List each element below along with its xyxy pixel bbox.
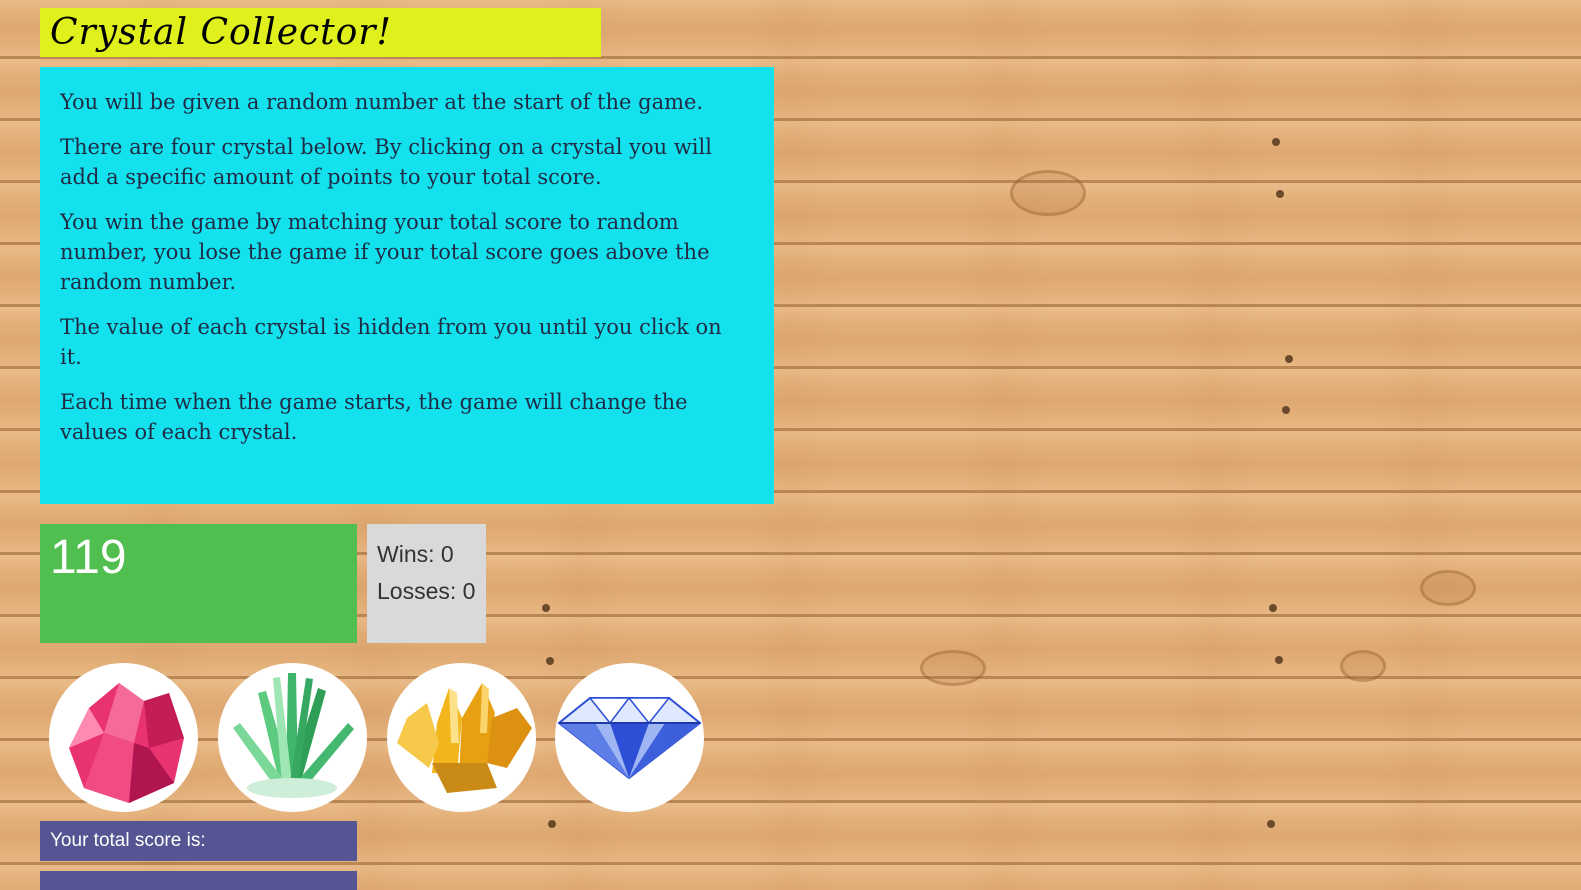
wood-knot [920, 650, 986, 686]
nail [1272, 138, 1280, 146]
nail [1276, 190, 1284, 198]
green-crystal-icon [233, 673, 354, 798]
total-score-label-bar: Your total score is: [40, 821, 357, 861]
total-score-value-bar [40, 871, 357, 890]
nail [1282, 406, 1290, 414]
diamond-icon [557, 696, 702, 780]
nail [1275, 656, 1283, 664]
instruction-text: Each time when the game starts, the game… [60, 390, 688, 444]
wood-knot [1340, 650, 1386, 682]
random-number-box: 119 [40, 524, 357, 643]
nail [546, 657, 554, 665]
losses-count: Losses: 0 [377, 578, 476, 604]
game-title: Crystal Collector! [50, 12, 392, 53]
random-number: 119 [50, 531, 127, 584]
wood-knot [1010, 170, 1086, 216]
wins-count: Wins: 0 [377, 541, 454, 567]
instruction-text: There are four crystal below. By clickin… [60, 135, 712, 189]
instruction-text: You will be given a random number at the… [60, 90, 704, 114]
green-crystal-button[interactable] [218, 663, 367, 812]
blue-diamond-button[interactable] [555, 663, 704, 812]
nail [548, 820, 556, 828]
pink-crystal-button[interactable] [49, 663, 198, 812]
nail [1269, 604, 1277, 612]
instruction-text: The value of each crystal is hidden from… [60, 315, 722, 369]
pink-crystal-icon [69, 683, 184, 803]
yellow-crystal-icon [397, 683, 532, 793]
instruction-text: You win the game by matching your total … [60, 210, 710, 294]
yellow-crystal-button[interactable] [387, 663, 536, 812]
title-bar: Crystal Collector! [40, 8, 601, 57]
stats-box: Wins: 0 Losses: 0 [367, 524, 486, 643]
nail [1285, 355, 1293, 363]
wood-knot [1420, 570, 1476, 606]
nail [1267, 820, 1275, 828]
total-score-label: Your total score is: [50, 830, 206, 851]
instructions-panel: You will be given a random number at the… [40, 67, 774, 504]
nail [542, 604, 550, 612]
